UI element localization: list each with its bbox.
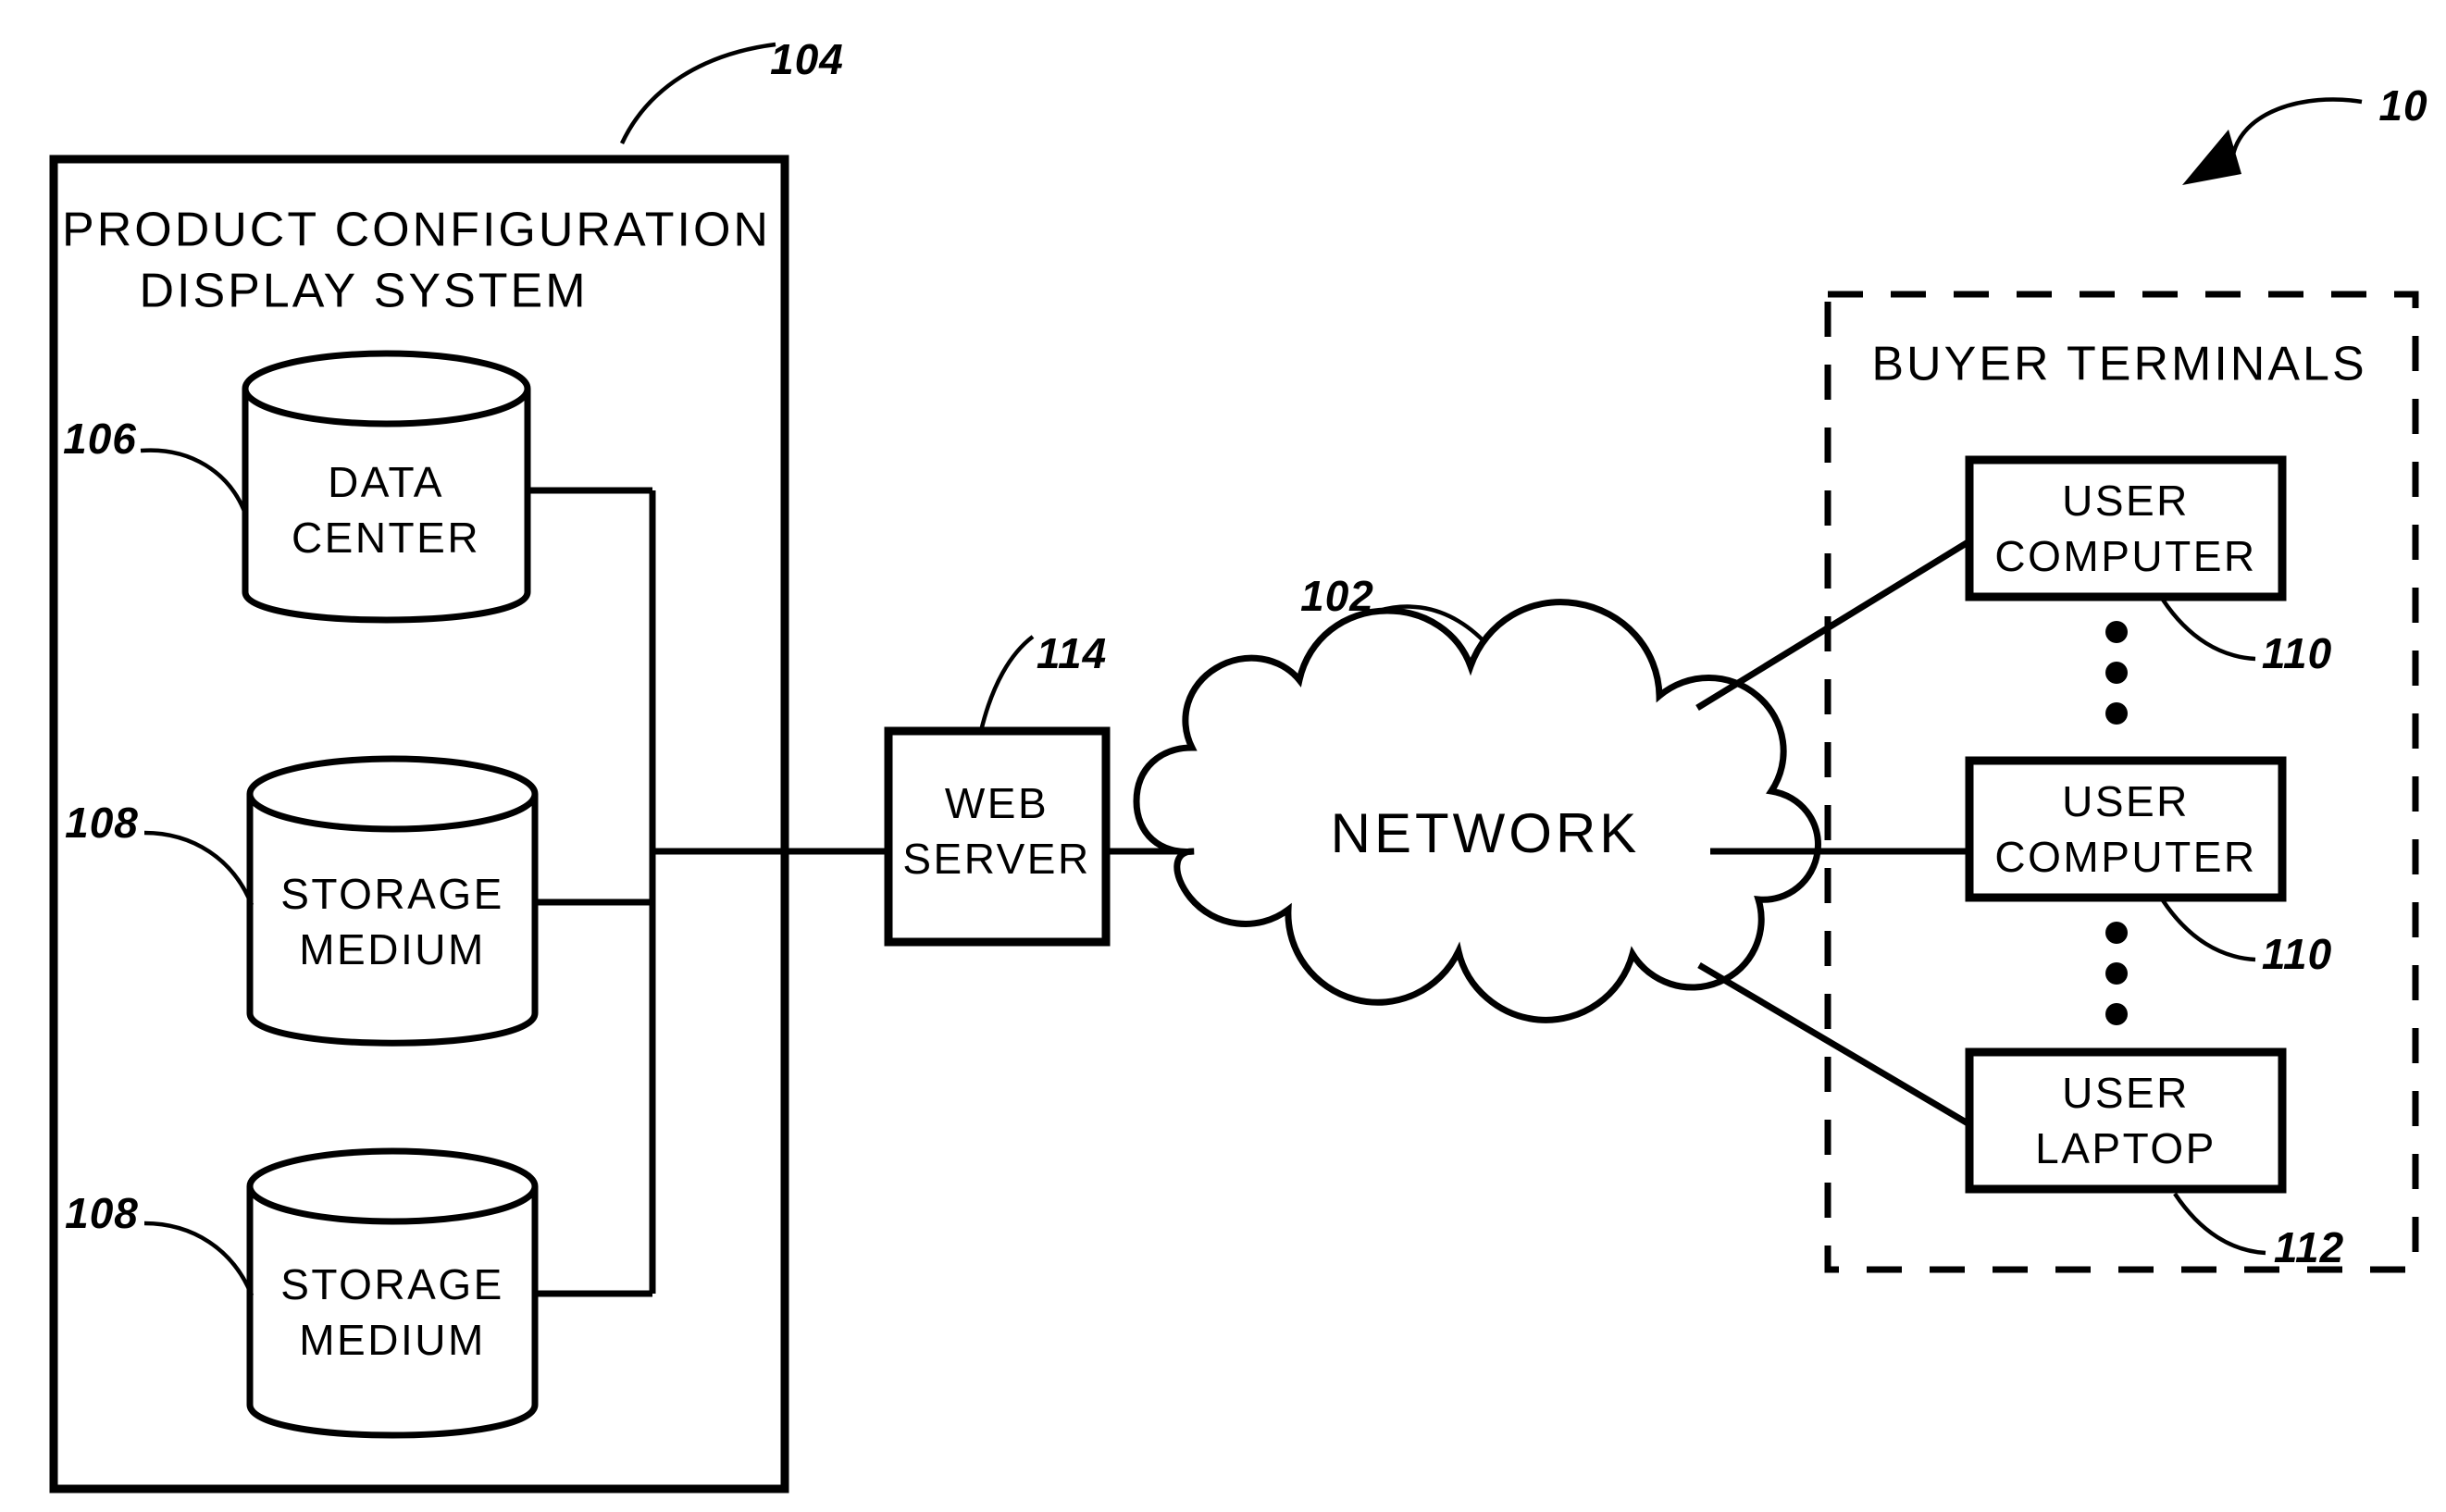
- user-computer-2-label-line2: COMPUTER: [1994, 833, 2256, 881]
- ref-10-leader-line: [2229, 97, 2363, 160]
- data-center-label-line1: DATA: [328, 458, 444, 506]
- ref-114-leader-line: [978, 635, 1035, 732]
- user-computer-1-label-line1: USER: [2062, 477, 2190, 525]
- buyer-terminals-title: BUYER TERMINALS: [1871, 338, 2366, 391]
- system-title-line2: DISPLAY SYSTEM: [139, 265, 588, 318]
- user-computer-1-node[interactable]: USER COMPUTER 110: [1965, 455, 2332, 677]
- ref-114-label: 114: [1037, 629, 1107, 677]
- system-title-line1: PRODUCT CONFIGURATION: [62, 204, 771, 257]
- network-label: NETWORK: [1331, 802, 1641, 864]
- ref-10-arrowhead-icon: [2182, 130, 2241, 185]
- ref-104-label: 104: [770, 35, 844, 83]
- ref-110-a-label: 110: [2262, 629, 2332, 677]
- user-laptop-label-line1: USER: [2062, 1069, 2190, 1117]
- network-to-user-computer-1-line: [1695, 539, 1971, 711]
- ref-110-b-label: 110: [2262, 930, 2332, 978]
- storage-medium-1-label-line2: MEDIUM: [299, 925, 486, 973]
- network-cloud-node[interactable]: 102 NETWORK: [1133, 539, 1971, 1128]
- figure-svg: 10 104 PRODUCT CONFIGURATION DISPLAY SYS…: [49, 35, 2427, 1493]
- terminal-ellipsis-upper: [2105, 621, 2128, 725]
- ref-108-a-label: 108: [65, 799, 139, 847]
- ref-110-a-leader-line: [2161, 598, 2256, 662]
- user-laptop-label-line2: LAPTOP: [2035, 1124, 2216, 1172]
- ref-10-label: 10: [2378, 81, 2427, 130]
- ellipsis-dot: [2105, 1003, 2128, 1025]
- ref-108-b-label: 108: [65, 1189, 139, 1237]
- ref-112-label: 112: [2274, 1223, 2344, 1271]
- storage-medium-1-cylinder-top: [246, 755, 539, 833]
- storage-medium-2-cylinder-top: [246, 1147, 539, 1225]
- ref-106-label: 106: [63, 415, 137, 463]
- storage-medium-2-label-line1: STORAGE: [280, 1260, 504, 1308]
- user-laptop-node[interactable]: USER LAPTOP 112: [1965, 1047, 2344, 1271]
- data-center-cylinder-top: [242, 350, 531, 428]
- ellipsis-dot: [2105, 702, 2128, 725]
- user-computer-2-label-line1: USER: [2062, 777, 2190, 825]
- user-computer-1-label-line2: COMPUTER: [1994, 532, 2256, 580]
- user-computer-2-node[interactable]: USER COMPUTER 110: [1965, 756, 2332, 978]
- patent-figure-canvas: 10 104 PRODUCT CONFIGURATION DISPLAY SYS…: [0, 0, 2446, 1512]
- network-to-user-laptop-line: [1697, 961, 1971, 1128]
- web-server-label-line1: WEB: [945, 779, 1049, 827]
- ref-104-leader-line: [619, 42, 776, 144]
- product-configuration-display-system-group: 104 PRODUCT CONFIGURATION DISPLAY SYSTEM…: [49, 35, 888, 1493]
- storage-medium-1-label-line1: STORAGE: [280, 870, 504, 918]
- ellipsis-dot: [2105, 962, 2128, 985]
- ref-110-b-leader-line: [2161, 899, 2256, 962]
- web-server-label-line2: SERVER: [902, 835, 1090, 883]
- data-center-label-line2: CENTER: [292, 514, 480, 562]
- ellipsis-dot: [2105, 621, 2128, 643]
- overall-figure-ref-10: 10: [2182, 81, 2427, 185]
- ref-112-leader-line: [2173, 1192, 2266, 1256]
- storage-medium-2-label-line2: MEDIUM: [299, 1316, 486, 1364]
- terminal-ellipsis-lower: [2105, 922, 2128, 1025]
- ellipsis-dot: [2105, 922, 2128, 944]
- buyer-terminals-region: BUYER TERMINALS USER COMPUTER 110 USER C…: [1824, 291, 2419, 1273]
- ellipsis-dot: [2105, 662, 2128, 684]
